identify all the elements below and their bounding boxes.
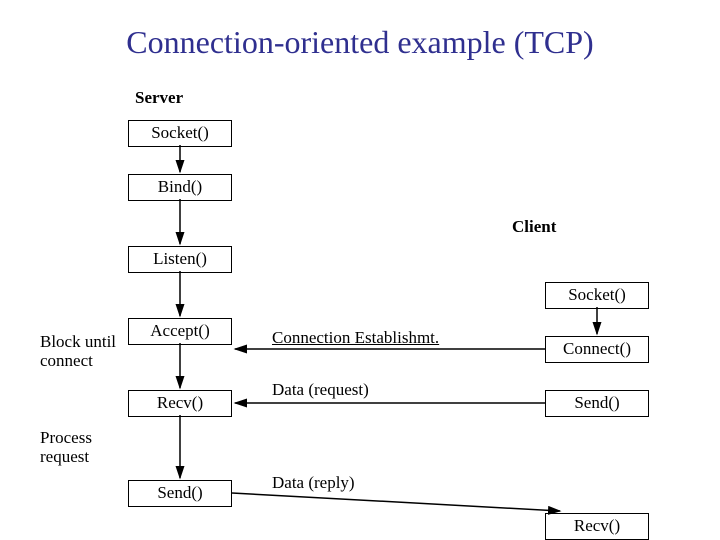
server-recv-box: Recv() [128, 390, 232, 417]
arrow-data-reply [232, 493, 560, 511]
client-connect-box: Connect() [545, 336, 649, 363]
flow-arrows [0, 0, 720, 540]
annot-proc-l2: request [40, 447, 89, 466]
annot-block-until-connect: Block until connect [40, 332, 116, 370]
annot-block-l1: Block until [40, 332, 116, 351]
annot-data-reply: Data (reply) [272, 473, 355, 493]
server-header: Server [135, 88, 183, 108]
annot-process-request: Process request [40, 428, 92, 466]
annot-conn-est: Connection Establishmt. [272, 328, 439, 348]
server-socket-box: Socket() [128, 120, 232, 147]
annot-proc-l1: Process [40, 428, 92, 447]
annot-block-l2: connect [40, 351, 93, 370]
server-bind-box: Bind() [128, 174, 232, 201]
server-accept-box: Accept() [128, 318, 232, 345]
client-socket-box: Socket() [545, 282, 649, 309]
annot-data-req: Data (request) [272, 380, 369, 400]
slide-title: Connection-oriented example (TCP) [0, 24, 720, 61]
server-send-box: Send() [128, 480, 232, 507]
client-recv-box: Recv() [545, 513, 649, 540]
client-header: Client [512, 217, 556, 237]
server-listen-box: Listen() [128, 246, 232, 273]
client-send-box: Send() [545, 390, 649, 417]
